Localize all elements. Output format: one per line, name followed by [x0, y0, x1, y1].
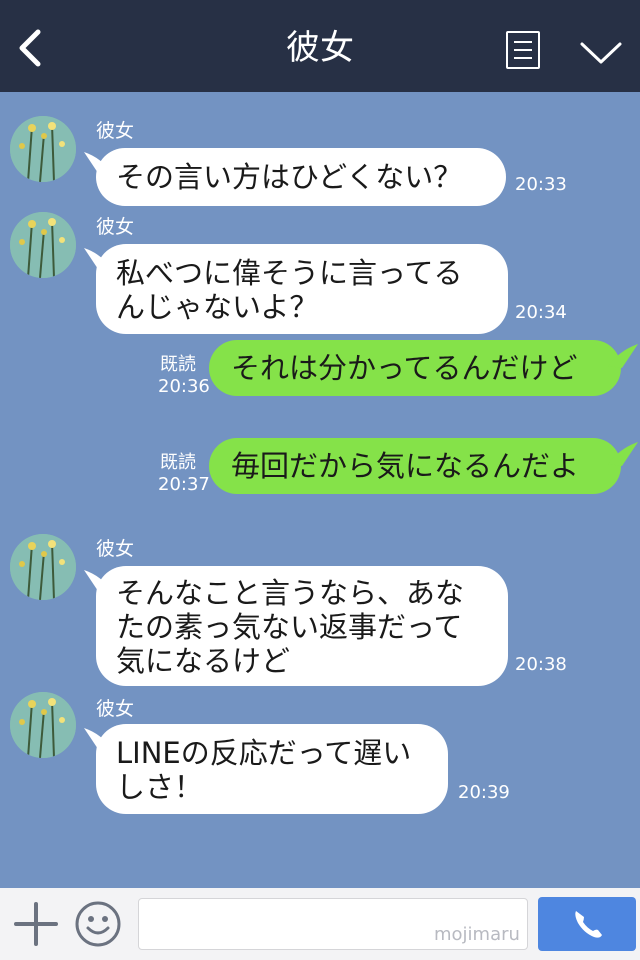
chat-header: 彼女 — [0, 0, 640, 92]
message-time: 20:34 — [515, 302, 567, 323]
avatar[interactable] — [10, 116, 76, 182]
menu-list-icon[interactable] — [506, 31, 540, 69]
sender-name: 彼女 — [96, 216, 135, 238]
bubble-tail — [608, 442, 638, 466]
message-time: 20:36 — [158, 376, 210, 397]
emoji-icon[interactable] — [74, 900, 122, 948]
phone-icon — [575, 911, 602, 938]
message-list[interactable]: 彼女 その言い方はひどくない？ 20:33 彼女 私べつに偉そうに言ってる んじ… — [0, 92, 640, 888]
avatar[interactable] — [10, 692, 76, 758]
read-receipt: 既読 — [160, 452, 196, 473]
message-bubble[interactable]: その言い方はひどくない？ — [96, 148, 506, 206]
message-time: 20:33 — [515, 174, 567, 195]
plus-icon[interactable] — [14, 902, 58, 946]
chevron-down-icon[interactable] — [578, 36, 624, 68]
message-time: 20:37 — [158, 474, 210, 495]
sender-name: 彼女 — [96, 120, 135, 142]
chat-title: 彼女 — [286, 28, 354, 68]
message-time: 20:38 — [515, 654, 567, 675]
message-bubble[interactable]: 私べつに偉そうに言ってる んじゃないよ？ — [96, 244, 508, 334]
read-receipt: 既読 — [160, 354, 196, 375]
message-time: 20:39 — [458, 782, 510, 803]
message-bubble[interactable]: LINEの反応だって遅い しさ！ — [96, 724, 448, 814]
avatar[interactable] — [10, 212, 76, 278]
sender-name: 彼女 — [96, 698, 135, 720]
watermark: mojimaru — [434, 924, 520, 945]
sender-name: 彼女 — [96, 538, 135, 560]
call-button[interactable] — [538, 897, 636, 951]
avatar[interactable] — [10, 534, 76, 600]
message-bubble[interactable]: そんなこと言うなら、あな たの素っ気ない返事だって 気になるけど — [96, 566, 508, 686]
message-bubble[interactable]: 毎回だから気になるんだよ — [209, 438, 621, 494]
bubble-tail — [608, 344, 638, 368]
message-bubble[interactable]: それは分かってるんだけど — [209, 340, 621, 396]
